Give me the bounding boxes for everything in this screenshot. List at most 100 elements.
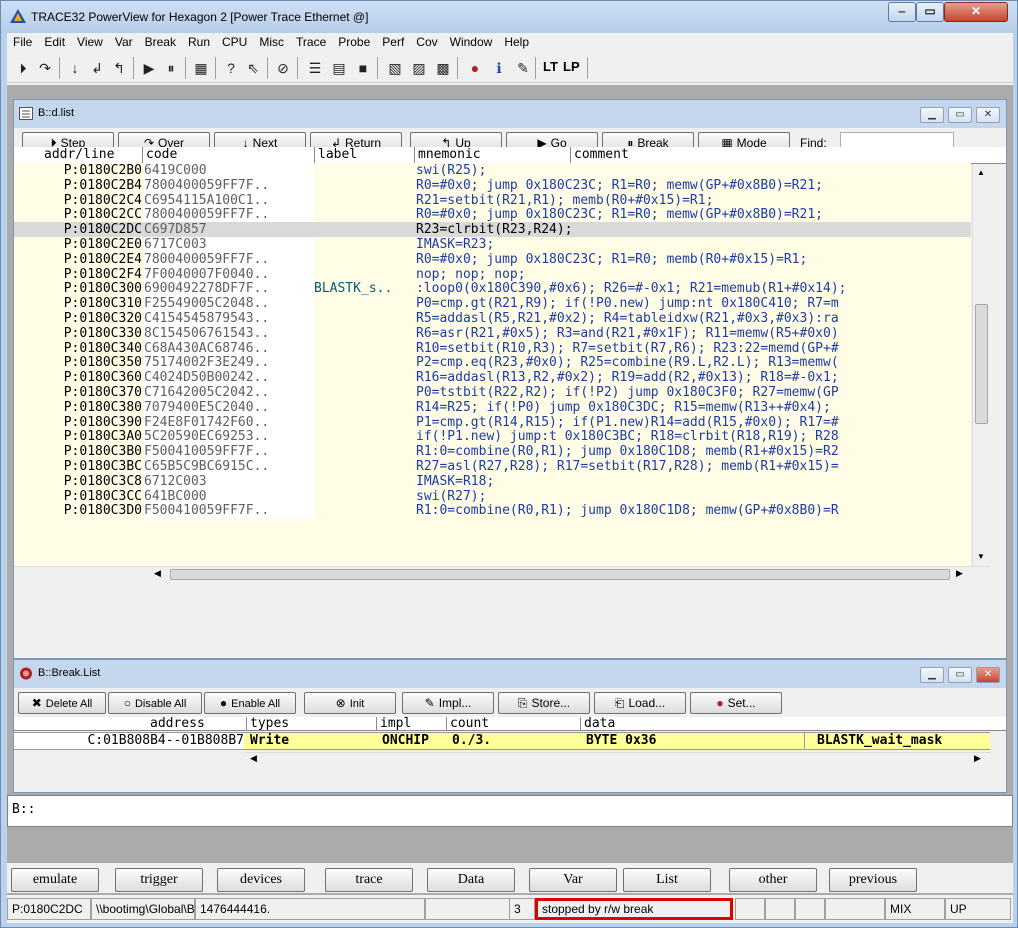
break-icon[interactable]: ⏸: [161, 58, 181, 78]
menu-trace[interactable]: Trace: [290, 33, 332, 49]
list-row[interactable]: P:0180C2B4 7800400059FF7F.. R0=#0x0; jump …: [14, 177, 971, 193]
menu-probe[interactable]: Probe: [332, 33, 376, 49]
list-row[interactable]: P:0180C360 C4024D50B00242.. R16=addasl(R13…: [14, 370, 971, 386]
go-icon[interactable]: ▶: [139, 58, 159, 78]
delete-all-button[interactable]: ✖ Delete All: [18, 692, 106, 714]
list-minimize-button[interactable]: ▁: [920, 107, 944, 123]
info-icon[interactable]: ℹ: [489, 58, 509, 78]
init-button[interactable]: ⊗ Init: [304, 692, 396, 714]
mode-icon[interactable]: ▦: [191, 58, 211, 78]
list-row[interactable]: P:0180C2CC 7800400059FF7F.. R0=#0x0; jump …: [14, 207, 971, 223]
list-maximize-button[interactable]: ▭: [948, 107, 972, 123]
list-row[interactable]: P:0180C300 6900492278DF7F.. BLASTK_s..:loo…: [14, 281, 971, 297]
softkey-emulate[interactable]: emulate: [11, 868, 99, 892]
column-types[interactable]: types: [246, 717, 376, 731]
break-minimize-button[interactable]: ▁: [920, 667, 944, 683]
softkey-data[interactable]: Data: [427, 868, 515, 892]
list-row[interactable]: P:0180C3BC C65B5C9BC6915C.. R27=asl(R27,R2…: [14, 459, 971, 474]
column-code[interactable]: code: [142, 147, 314, 164]
tools-icon[interactable]: ✎: [513, 58, 533, 78]
softkey-list[interactable]: List: [623, 868, 711, 892]
menu-run[interactable]: Run: [182, 33, 216, 49]
scroll-down-icon[interactable]: ▼: [977, 552, 985, 561]
softkey-other[interactable]: other: [729, 868, 817, 892]
close-button[interactable]: ✕: [944, 2, 1008, 22]
list-icon[interactable]: ☰: [305, 58, 325, 78]
scroll-left-icon[interactable]: ◀: [154, 568, 161, 579]
break-maximize-button[interactable]: ▭: [948, 667, 972, 683]
register-icon[interactable]: ■: [353, 58, 373, 78]
list-row[interactable]: P:0180C330 8C154506761543.. R6=asr(R21,#0x…: [14, 325, 971, 341]
list-row[interactable]: P:0180C2DC C697D857 R23=clrbit(R23,R24);: [14, 222, 971, 238]
list-row[interactable]: P:0180C3D0 F500410059FF7F.. R1:0=combine(R…: [14, 503, 971, 519]
context-help-icon[interactable]: ⇖: [243, 58, 263, 78]
menu-window[interactable]: Window: [444, 33, 499, 49]
list-row[interactable]: P:0180C350 75174002F3E249.. P2=cmp.eq(R23,…: [14, 355, 971, 371]
column-count[interactable]: count: [446, 717, 516, 731]
store-button[interactable]: ⎘ Store...: [498, 692, 590, 714]
list-row[interactable]: P:0180C2B0 6419C000 swi(R25);: [14, 163, 971, 178]
break-close-button[interactable]: ✕: [976, 667, 1000, 683]
lp-button[interactable]: LP: [563, 59, 580, 74]
menu-var[interactable]: Var: [109, 33, 139, 49]
impl-button[interactable]: ✎ Impl...: [402, 692, 494, 714]
trace-list-icon[interactable]: ▧: [385, 58, 405, 78]
up-icon[interactable]: ↰: [109, 58, 129, 78]
list-row[interactable]: P:0180C370 C71642005C2042.. P0=tstbit(R22,…: [14, 385, 971, 400]
list-close-button[interactable]: ✕: [976, 107, 1000, 123]
list-row[interactable]: P:0180C380 7079400E5C2040.. R14=R25; if(!P…: [14, 399, 971, 415]
maximize-button[interactable]: ▭: [916, 2, 944, 22]
menu-file[interactable]: File: [7, 33, 38, 49]
help-icon[interactable]: ?: [221, 58, 241, 78]
disassembly-list[interactable]: P:0180C2B0 6419C000 swi(R25); P:0180C2B4 780…: [14, 163, 971, 567]
breakpoint-row[interactable]: C:01B808B4--01B808B7 Write ONCHIP 0./3. …: [14, 732, 990, 750]
softkey-previous[interactable]: previous: [829, 868, 917, 892]
lt-button[interactable]: LT: [543, 59, 558, 74]
list-row[interactable]: P:0180C2F4 7F0040007F0040.. nop; nop; nop;: [14, 266, 971, 282]
menu-cpu[interactable]: CPU: [216, 33, 253, 49]
softkey-var[interactable]: Var: [529, 868, 617, 892]
next-icon[interactable]: ↓: [65, 58, 85, 78]
dump-icon[interactable]: ▤: [329, 58, 349, 78]
load-button[interactable]: ⎗ Load...: [594, 692, 686, 714]
step-icon[interactable]: ⏵: [13, 58, 33, 78]
menu-edit[interactable]: Edit: [38, 33, 71, 49]
list-row[interactable]: P:0180C2E0 6717C003 IMASK=R23;: [14, 237, 971, 252]
minimize-button[interactable]: ‒: [888, 2, 916, 22]
column-label[interactable]: label: [314, 147, 414, 164]
menu-cov[interactable]: Cov: [410, 33, 443, 49]
menu-misc[interactable]: Misc: [253, 33, 290, 49]
return-icon[interactable]: ↲: [87, 58, 107, 78]
list-row[interactable]: P:0180C2E4 7800400059FF7F.. R0=#0x0; jump …: [14, 251, 971, 267]
list-horizontal-scrollbar[interactable]: ◀ ▶: [14, 566, 990, 582]
step-over-icon[interactable]: ↷: [35, 58, 55, 78]
scroll-up-icon[interactable]: ▲: [977, 168, 985, 177]
menu-break[interactable]: Break: [139, 33, 182, 49]
breakpoint-icon[interactable]: ●: [465, 58, 485, 78]
trace-chart-icon[interactable]: ▨: [409, 58, 429, 78]
list-row[interactable]: P:0180C320 C4154545879543.. R5=addasl(R5,R…: [14, 311, 971, 326]
list-row[interactable]: P:0180C3B0 F500410059FF7F.. R1:0=combine(R…: [14, 444, 971, 460]
column-mnemonic[interactable]: mnemonic: [414, 147, 570, 164]
menu-perf[interactable]: Perf: [376, 33, 410, 49]
list-row[interactable]: P:0180C3C8 6712C003 IMASK=R18;: [14, 473, 971, 489]
softkey-trigger[interactable]: trigger: [115, 868, 203, 892]
column-addr-line[interactable]: addr/line: [14, 147, 140, 164]
menu-help[interactable]: Help: [498, 33, 535, 49]
softkey-trace[interactable]: trace: [325, 868, 413, 892]
break-horizontal-scrollbar[interactable]: ◀ ▶: [246, 752, 990, 766]
scroll-right-icon[interactable]: ▶: [956, 568, 963, 579]
scroll-left-icon[interactable]: ◀: [250, 753, 257, 764]
list-row[interactable]: P:0180C2C4 C6954115A100C1.. R21=setbit(R21…: [14, 192, 971, 208]
column-data[interactable]: data: [580, 717, 980, 731]
list-row[interactable]: P:0180C3CC 641BC000 swi(R27);: [14, 488, 971, 504]
menu-view[interactable]: View: [71, 33, 109, 49]
trace-config-icon[interactable]: ▩: [433, 58, 453, 78]
list-row[interactable]: P:0180C310 F25549005C2048.. P0=cmp.gt(R21,…: [14, 296, 971, 312]
column-comment[interactable]: comment: [570, 147, 1002, 164]
list-row[interactable]: P:0180C340 C68A430AC68746.. R10=setbit(R10…: [14, 340, 971, 356]
list-row[interactable]: P:0180C3A0 5C20590EC69253.. if(!P1.new) ju…: [14, 429, 971, 445]
list-hscroll-thumb[interactable]: [170, 569, 950, 580]
list-row[interactable]: P:0180C390 F24E8F01742F60.. P1=cmp.gt(R14,…: [14, 414, 971, 430]
stop-icon[interactable]: ⊘: [273, 58, 293, 78]
